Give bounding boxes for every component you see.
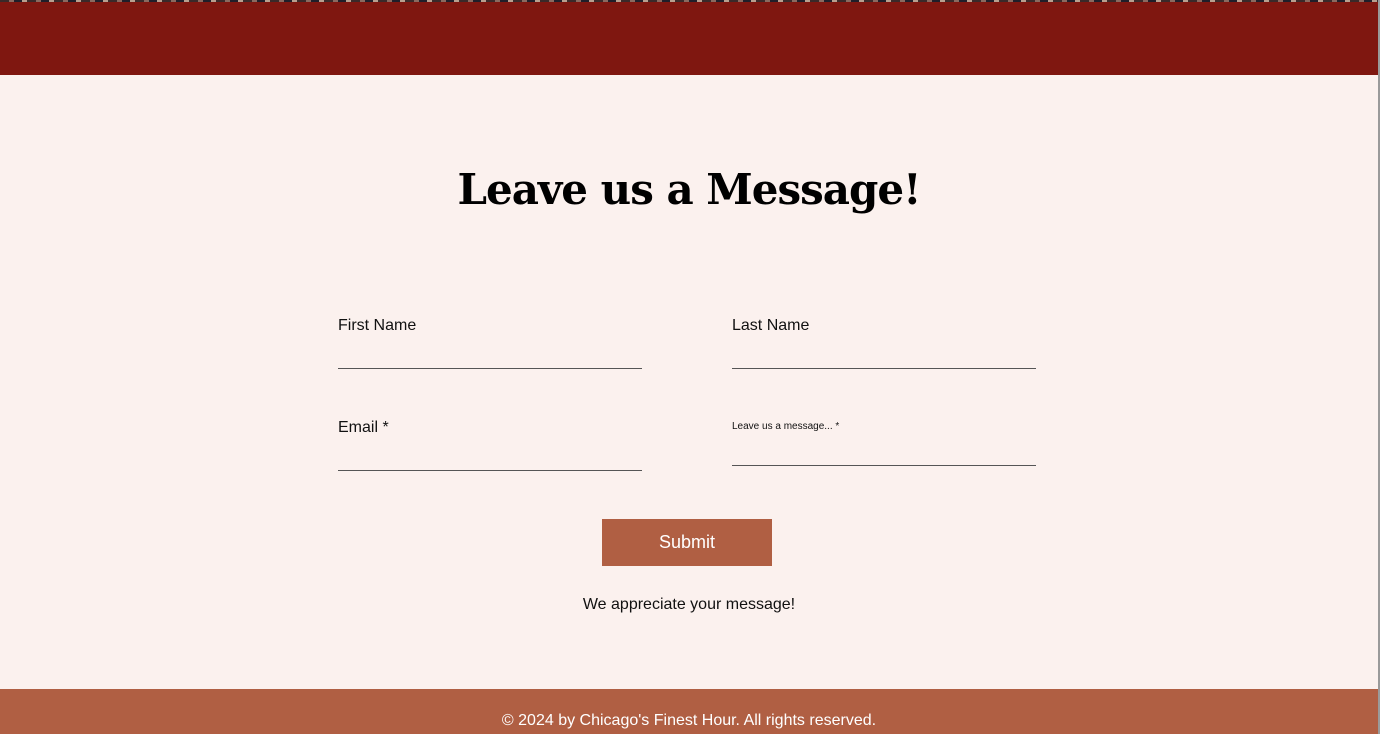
footer: © 2024 by Chicago's Finest Hour. All rig… <box>0 689 1378 734</box>
submit-button[interactable]: Submit <box>602 519 772 566</box>
email-label: Email * <box>338 419 389 436</box>
first-name-label: First Name <box>338 317 417 334</box>
first-name-input[interactable] <box>338 344 642 364</box>
email-input[interactable] <box>338 446 642 466</box>
first-name-field: First Name <box>338 316 642 370</box>
email-underline <box>338 470 642 471</box>
thank-you-text: We appreciate your message! <box>582 596 796 613</box>
last-name-label: Last Name <box>732 317 810 334</box>
first-name-underline <box>338 368 642 369</box>
last-name-field: Last Name <box>732 316 1036 370</box>
last-name-underline <box>732 368 1036 369</box>
message-field: Leave us a message... * <box>732 418 1036 468</box>
copyright-text: © 2024 by Chicago's Finest Hour. All rig… <box>501 712 877 729</box>
page-title: Leave us a Message! <box>457 165 921 214</box>
last-name-input[interactable] <box>732 344 1036 364</box>
email-field: Email * <box>338 418 642 472</box>
header-bar <box>0 2 1378 75</box>
message-label: Leave us a message... * <box>732 421 840 432</box>
message-underline <box>732 465 1036 466</box>
contact-section: Leave us a Message! First Name Last Name… <box>0 75 1378 689</box>
message-input[interactable] <box>732 440 1036 460</box>
